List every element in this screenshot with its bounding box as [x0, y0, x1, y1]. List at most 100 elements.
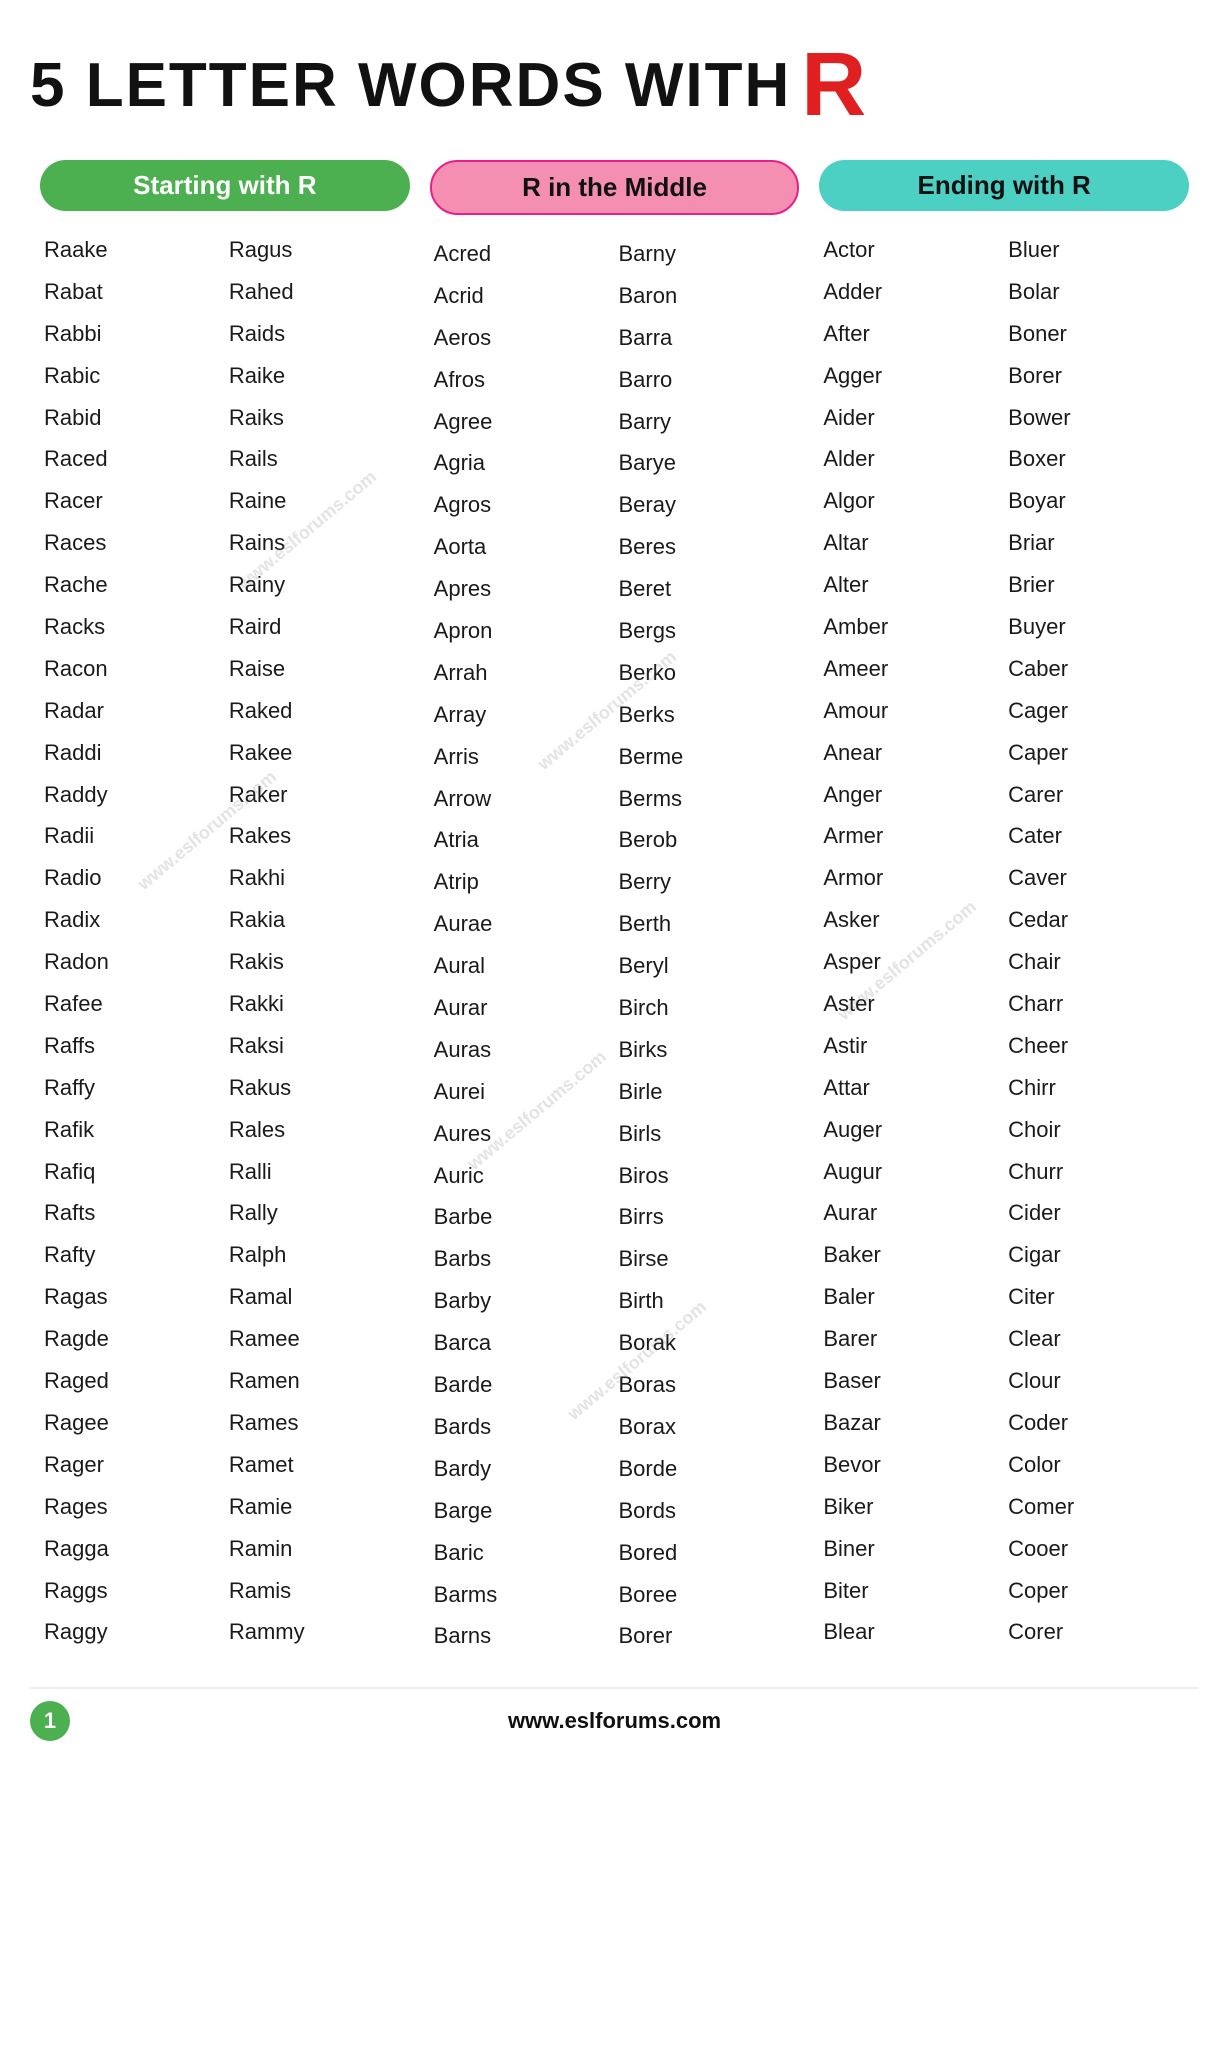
- word-item: Apron: [430, 610, 615, 652]
- word-item: Bluer: [1004, 229, 1189, 271]
- word-item: Rains: [225, 522, 410, 564]
- word-item: Beryl: [615, 945, 800, 987]
- word-item: Charr: [1004, 983, 1189, 1025]
- word-item: Berob: [615, 819, 800, 861]
- word-item: Raggy: [40, 1611, 225, 1653]
- word-item: Caper: [1004, 732, 1189, 774]
- word-item: Agros: [430, 484, 615, 526]
- word-item: Rakis: [225, 941, 410, 983]
- word-item: Ralli: [225, 1151, 410, 1193]
- word-item: Rabbi: [40, 313, 225, 355]
- word-item: Rakia: [225, 899, 410, 941]
- word-item: Augur: [819, 1151, 1004, 1193]
- page-header: 5 LETTER WORDS WITH R: [30, 40, 1199, 130]
- word-item: Radii: [40, 815, 225, 857]
- word-item: Raddy: [40, 774, 225, 816]
- word-item: Bards: [430, 1406, 615, 1448]
- word-item: Borer: [615, 1615, 800, 1657]
- word-item: Baric: [430, 1532, 615, 1574]
- word-item: Aural: [430, 945, 615, 987]
- word-item: Birth: [615, 1280, 800, 1322]
- word-item: Ragas: [40, 1276, 225, 1318]
- word-item: Barca: [430, 1322, 615, 1364]
- word-item: Ragus: [225, 229, 410, 271]
- word-item: Churr: [1004, 1151, 1189, 1193]
- word-item: Barbe: [430, 1196, 615, 1238]
- word-item: Rages: [40, 1486, 225, 1528]
- word-item: Raiks: [225, 397, 410, 439]
- word-item: Alder: [819, 438, 1004, 480]
- header-letter: R: [801, 40, 866, 130]
- word-item: After: [819, 313, 1004, 355]
- word-item: Rager: [40, 1444, 225, 1486]
- word-item: Anger: [819, 774, 1004, 816]
- word-item: Algor: [819, 480, 1004, 522]
- word-item: Aeros: [430, 317, 615, 359]
- word-item: Boyar: [1004, 480, 1189, 522]
- word-item: Radix: [40, 899, 225, 941]
- word-item: Barbs: [430, 1238, 615, 1280]
- word-item: Berms: [615, 778, 800, 820]
- word-item: Choir: [1004, 1109, 1189, 1151]
- word-item: Aorta: [430, 526, 615, 568]
- word-item: Amour: [819, 690, 1004, 732]
- word-item: Boner: [1004, 313, 1189, 355]
- word-item: Boree: [615, 1574, 800, 1616]
- word-item: Asper: [819, 941, 1004, 983]
- word-item: Bored: [615, 1532, 800, 1574]
- word-item: Borde: [615, 1448, 800, 1490]
- word-item: Bords: [615, 1490, 800, 1532]
- word-item: Cheer: [1004, 1025, 1189, 1067]
- word-item: Atria: [430, 819, 615, 861]
- word-item: Radon: [40, 941, 225, 983]
- word-item: Raake: [40, 229, 225, 271]
- footer-url: www.eslforums.com: [508, 1708, 721, 1734]
- word-item: Rafee: [40, 983, 225, 1025]
- word-item: Rally: [225, 1192, 410, 1234]
- word-item: Rails: [225, 438, 410, 480]
- word-item: Barye: [615, 442, 800, 484]
- word-item: Aster: [819, 983, 1004, 1025]
- word-item: Astir: [819, 1025, 1004, 1067]
- column-ending: Ending with RActorBluerAdderBolarAfterBo…: [809, 160, 1199, 1657]
- word-item: Agger: [819, 355, 1004, 397]
- word-item: Borax: [615, 1406, 800, 1448]
- word-item: Ralph: [225, 1234, 410, 1276]
- word-item: Ramie: [225, 1486, 410, 1528]
- word-item: Bower: [1004, 397, 1189, 439]
- word-item: Barns: [430, 1615, 615, 1657]
- word-item: Birls: [615, 1113, 800, 1155]
- main-content: Starting with RRaakeRagusRabatRahedRabbi…: [30, 160, 1199, 1657]
- word-item: Auras: [430, 1029, 615, 1071]
- word-grid-middle: AcredBarnyAcridBaronAerosBarraAfrosBarro…: [430, 233, 800, 1657]
- word-item: Rames: [225, 1402, 410, 1444]
- word-item: Biter: [819, 1570, 1004, 1612]
- word-item: Barde: [430, 1364, 615, 1406]
- word-item: Barge: [430, 1490, 615, 1532]
- word-item: Cater: [1004, 815, 1189, 857]
- word-item: Birle: [615, 1071, 800, 1113]
- word-item: Array: [430, 694, 615, 736]
- word-item: Ragde: [40, 1318, 225, 1360]
- word-item: Racer: [40, 480, 225, 522]
- word-item: Comer: [1004, 1486, 1189, 1528]
- word-item: Rache: [40, 564, 225, 606]
- word-item: Raffy: [40, 1067, 225, 1109]
- word-item: Raffs: [40, 1025, 225, 1067]
- word-item: Coper: [1004, 1570, 1189, 1612]
- word-item: Rammy: [225, 1611, 410, 1653]
- word-item: Rakee: [225, 732, 410, 774]
- word-item: Carer: [1004, 774, 1189, 816]
- word-item: Atrip: [430, 861, 615, 903]
- word-item: Raggs: [40, 1570, 225, 1612]
- word-item: Clear: [1004, 1318, 1189, 1360]
- word-item: Berks: [615, 694, 800, 736]
- word-item: Caver: [1004, 857, 1189, 899]
- word-item: Ramal: [225, 1276, 410, 1318]
- word-item: Bergs: [615, 610, 800, 652]
- column-starting: Starting with RRaakeRagusRabatRahedRabbi…: [30, 160, 420, 1657]
- word-item: Races: [40, 522, 225, 564]
- word-item: Blear: [819, 1611, 1004, 1653]
- word-item: Cedar: [1004, 899, 1189, 941]
- word-item: Ramee: [225, 1318, 410, 1360]
